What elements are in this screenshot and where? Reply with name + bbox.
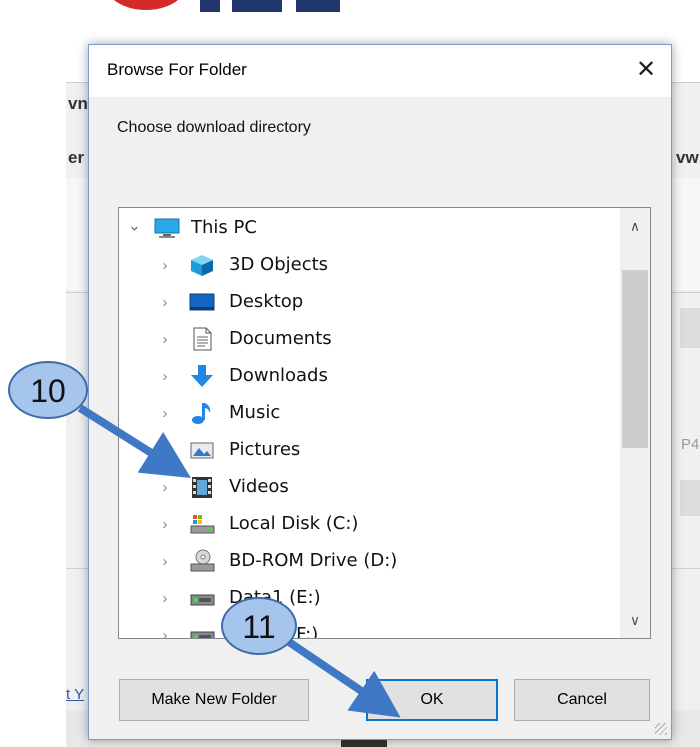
step-badge-11: 11: [221, 597, 297, 655]
step-badge-10: 10: [8, 361, 88, 419]
annotation-arrow-11: [283, 636, 401, 718]
annotation-arrows: [77, 404, 401, 718]
annotation-arrow-10: [77, 404, 191, 478]
